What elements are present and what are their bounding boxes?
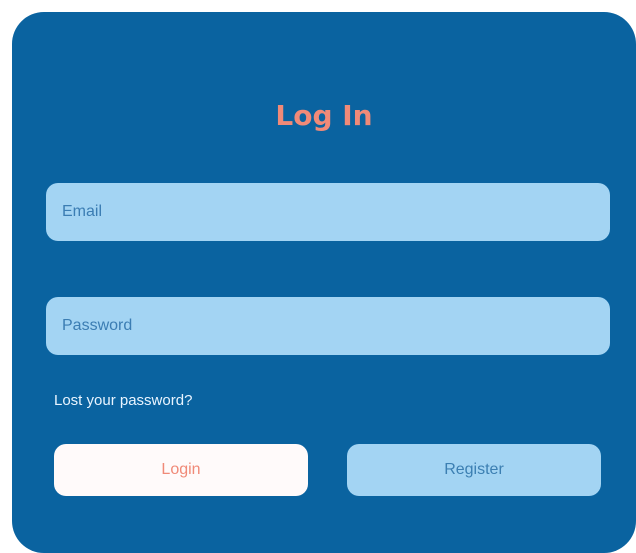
email-input[interactable] [46, 183, 610, 241]
lost-password-link[interactable]: Lost your password? [54, 391, 192, 411]
login-card: Log In Lost your password? Login Registe… [12, 12, 636, 553]
password-input[interactable] [46, 297, 610, 355]
login-button[interactable]: Login [54, 444, 308, 496]
register-button[interactable]: Register [347, 444, 601, 496]
login-title: Log In [275, 99, 373, 132]
